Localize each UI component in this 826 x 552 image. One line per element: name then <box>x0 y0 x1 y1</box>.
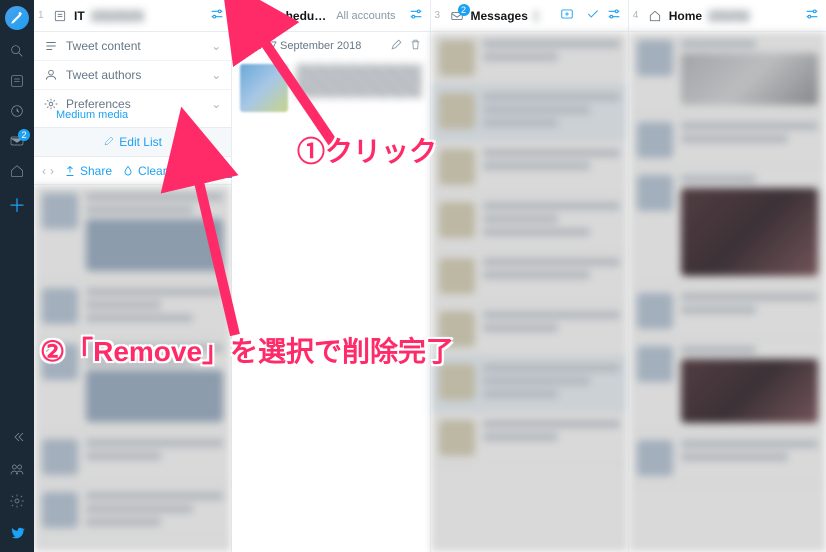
user-icon <box>44 68 58 82</box>
blurred-text <box>708 10 750 22</box>
tweet-item[interactable] <box>629 432 826 485</box>
column-settings-toggle[interactable] <box>606 6 622 25</box>
home-icon <box>647 8 663 24</box>
tweet-item[interactable] <box>629 167 826 285</box>
filter-tweet-authors[interactable]: Tweet authors ⌄ <box>34 61 231 90</box>
list-icon <box>9 73 25 89</box>
compose-icon <box>10 11 24 25</box>
column-header[interactable]: 1 IT <box>34 0 231 32</box>
column-number: 1 <box>38 10 46 21</box>
chevron-down-icon: ⌄ <box>211 97 221 111</box>
column-title: Home <box>669 9 702 23</box>
tweet-item[interactable] <box>629 338 826 432</box>
compose-message-button[interactable] <box>560 7 574 24</box>
edit-scheduled-button[interactable] <box>390 38 403 54</box>
column-settings-toggle[interactable] <box>209 6 225 25</box>
chevron-down-icon: ⌄ <box>211 68 221 82</box>
messages-badge: 2 <box>18 129 30 141</box>
sidebar-search[interactable] <box>0 36 34 66</box>
droplet-icon <box>122 165 134 177</box>
twitter-icon <box>9 525 25 541</box>
tweet-item[interactable] <box>34 431 231 484</box>
twitter-account[interactable] <box>0 520 34 546</box>
delete-scheduled-button[interactable] <box>409 38 422 54</box>
message-item[interactable] <box>431 141 628 194</box>
message-item[interactable] <box>431 303 628 356</box>
settings-button[interactable] <box>0 488 34 514</box>
message-item[interactable] <box>431 412 628 465</box>
chevrons-icon <box>9 429 25 445</box>
clock-icon <box>9 103 25 119</box>
message-item[interactable] <box>431 356 628 412</box>
content-icon <box>44 39 58 53</box>
column-header[interactable]: 3 2 Messages <box>431 0 628 32</box>
tweet-item[interactable] <box>629 285 826 338</box>
messages-badge: 2 <box>458 4 470 16</box>
accounts-button[interactable] <box>0 456 34 482</box>
column-settings-toggle[interactable] <box>804 6 820 25</box>
message-item[interactable] <box>431 194 628 250</box>
filter-tweet-content[interactable]: Tweet content ⌄ <box>34 32 231 61</box>
add-column-button[interactable]: ＋ <box>0 190 34 220</box>
column-move-nav: ‹ › <box>42 164 54 178</box>
compose-button[interactable] <box>5 6 29 30</box>
column-feed[interactable] <box>629 32 826 552</box>
annotation-arrow-1 <box>240 18 360 161</box>
column-settings-toggle[interactable] <box>408 6 424 25</box>
column-4: 4 Home <box>629 0 826 552</box>
pencil-icon <box>103 135 115 147</box>
move-left-button[interactable]: ‹ <box>42 164 46 178</box>
expand-sidebar-button[interactable] <box>0 424 34 450</box>
gear-icon <box>9 493 25 509</box>
tweet-item[interactable] <box>34 484 231 540</box>
tweet-item[interactable] <box>629 114 826 167</box>
column-title: Messages <box>471 9 528 23</box>
column-title: IT <box>74 9 85 23</box>
search-icon <box>9 43 25 59</box>
edit-list-button[interactable]: Edit List <box>34 127 231 157</box>
mark-read-button[interactable] <box>586 7 600 24</box>
clear-button[interactable]: Clear <box>122 164 167 178</box>
tweet-item[interactable] <box>629 32 826 114</box>
message-item[interactable] <box>431 32 628 85</box>
home-icon <box>9 163 25 179</box>
annotation-arrow-2 <box>165 155 285 348</box>
message-item[interactable] <box>431 85 628 141</box>
filter-label: Tweet authors <box>66 68 141 82</box>
column-header[interactable]: 4 Home <box>629 0 826 32</box>
blurred-text <box>91 10 144 22</box>
tweet-item[interactable] <box>34 336 231 431</box>
share-icon <box>64 165 76 177</box>
column-feed[interactable] <box>431 32 628 552</box>
message-item[interactable] <box>431 250 628 303</box>
sidebar-messages[interactable]: 2 <box>0 126 34 156</box>
list-icon <box>52 8 68 24</box>
share-button[interactable]: Share <box>64 164 112 178</box>
envelope-icon: 2 <box>449 8 465 24</box>
blurred-text <box>534 10 538 22</box>
sidebar-home[interactable] <box>0 156 34 186</box>
people-icon <box>9 461 25 477</box>
column-3: 3 2 Messages <box>431 0 629 552</box>
columns: 1 IT Tweet content ⌄ Tweet authors ⌄ <box>34 0 826 552</box>
sidebar-scheduled[interactable] <box>0 96 34 126</box>
chevron-down-icon: ⌄ <box>211 39 221 53</box>
column-number: 4 <box>633 10 641 21</box>
filter-label: Tweet content <box>66 39 141 53</box>
sidebar: 2 ＋ <box>0 0 34 552</box>
sidebar-list[interactable] <box>0 66 34 96</box>
preferences-value: Medium media <box>56 109 231 127</box>
column-number: 3 <box>435 10 443 21</box>
move-right-button[interactable]: › <box>50 164 54 178</box>
